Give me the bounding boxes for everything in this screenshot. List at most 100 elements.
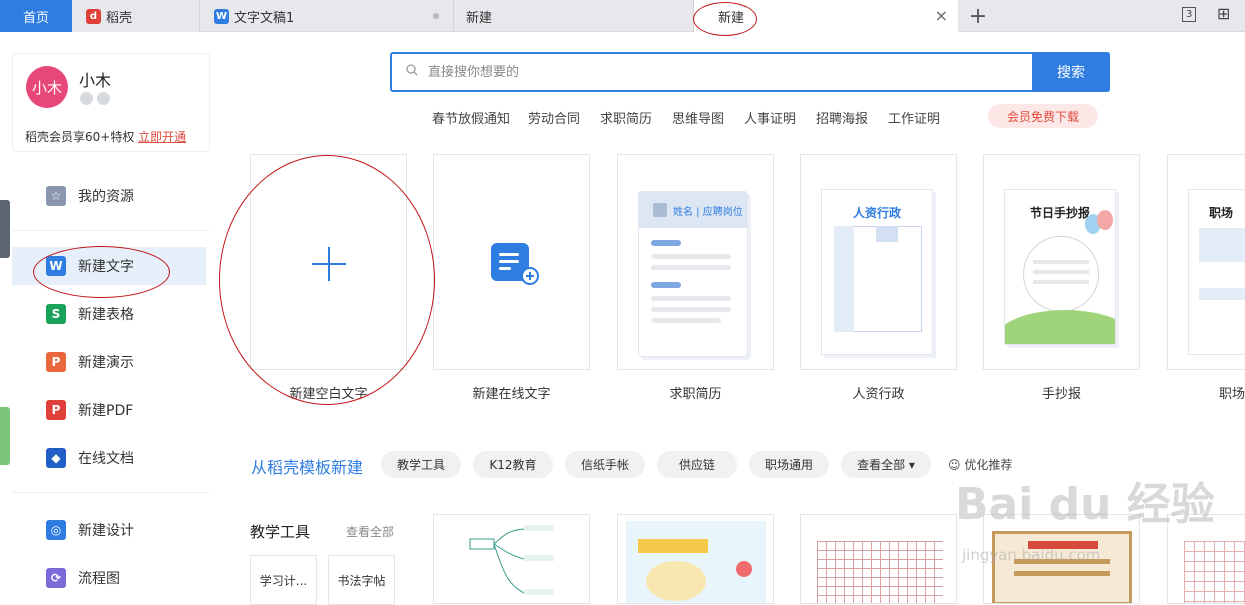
profile-card: 小木 小木 稻壳会员享60+特权 立即开通 [12, 53, 210, 152]
badge-icon [80, 92, 93, 105]
divider [12, 230, 210, 231]
sidebar-item-flowchart[interactable]: ⟳ 流程图 [12, 559, 206, 597]
divider [12, 492, 210, 493]
grid-view-icon[interactable]: ⊞ [1217, 4, 1230, 23]
person-icon [653, 203, 667, 217]
flowchart-icon: ⟳ [46, 568, 66, 588]
vip-open-link[interactable]: 立即开通 [138, 130, 186, 144]
star-icon: ☆ [46, 186, 66, 206]
window-count-button[interactable]: 3 [1182, 6, 1197, 22]
workplace-thumbnail: 职场 [1188, 189, 1245, 355]
search-box: 搜索 [390, 52, 1110, 92]
template-thumbnail-grid-paper[interactable] [800, 514, 957, 604]
category-chip[interactable]: 信纸手帐 [565, 451, 645, 478]
vip-promo: 稻壳会员享60+特权 立即开通 [25, 128, 186, 145]
card-label: 新建在线文字 [472, 387, 551, 402]
user-name: 小木 [79, 71, 112, 90]
spreadsheet-icon: S [46, 304, 66, 324]
search-input[interactable] [428, 61, 1018, 83]
annotation-ellipse [693, 2, 757, 36]
category-chip[interactable]: 职场通用 [749, 451, 829, 478]
template-thumbnail-mindmap[interactable] [433, 514, 590, 604]
watermark-url: jingyan.baidu.com [962, 546, 1101, 564]
sidebar-item-label: 我的资源 [78, 189, 134, 205]
online-doc-icon: ◆ [46, 448, 66, 468]
vip-promo-text: 稻壳会员享60+特权 [25, 130, 135, 144]
hot-tag[interactable]: 求职简历 [600, 108, 652, 127]
hot-tag[interactable]: 工作证明 [888, 108, 940, 127]
tab-docer-label: 稻壳 [106, 10, 133, 26]
resume-header: 姓名 | 应聘岗位 [639, 192, 747, 228]
template-section-title: 从稻壳模板新建 [251, 458, 364, 477]
category-chip[interactable]: 教学工具 [381, 451, 461, 478]
hot-tag[interactable]: 招聘海报 [816, 108, 868, 127]
writer-icon: W [214, 8, 229, 24]
workplace-card[interactable]: 职场 [1167, 154, 1245, 370]
tab-docer[interactable]: d 稻壳 [72, 0, 200, 32]
pdf-icon: P [46, 400, 66, 420]
resume-card[interactable]: 姓名 | 应聘岗位 [617, 154, 774, 370]
workplace-thumbnail-title: 职场 [1209, 206, 1234, 220]
sidebar-item-new-presentation[interactable]: P 新建演示 [12, 343, 206, 381]
badge-icon [97, 92, 110, 105]
online-document-icon [491, 243, 539, 285]
tab-document[interactable]: W 文字文稿1 [200, 0, 454, 32]
avatar[interactable]: 小木 [26, 66, 68, 108]
baidu-jingyan-watermark: Bai du 经验 [955, 479, 1215, 530]
side-widget-strip [0, 407, 10, 465]
resume-thumbnail: 姓名 | 应聘岗位 [638, 191, 748, 357]
search-icon [406, 64, 418, 80]
hot-tag[interactable]: 思维导图 [672, 108, 724, 127]
add-tab-button[interactable]: + [958, 0, 998, 32]
annotation-ellipse [33, 246, 170, 298]
category-chip[interactable]: K12教育 [473, 451, 553, 478]
sidebar-item-label: 新建设计 [78, 523, 134, 539]
sidebar: 小木 小木 稻壳会员享60+特权 立即开通 ☆ 我的资源 W 新建文字 S 新建… [0, 33, 222, 602]
tab-bar: 首页 d 稻壳 W 文字文稿1 新建 新建 × + 3 ⊞ [0, 0, 1245, 32]
hot-tag[interactable]: 春节放假通知 [432, 108, 510, 127]
vip-free-download-button[interactable]: 会员免费下载 [988, 104, 1098, 128]
search-button[interactable]: 搜索 [1032, 52, 1110, 92]
design-icon: ◎ [46, 520, 66, 540]
sidebar-item-label: 新建PDF [78, 403, 134, 419]
presentation-icon: P [46, 352, 66, 372]
sidebar-item-new-pdf[interactable]: P 新建PDF [12, 391, 206, 429]
sidebar-item-label: 新建演示 [78, 355, 134, 371]
sidebar-item-label: 新建表格 [78, 307, 134, 323]
hot-tag[interactable]: 人事证明 [744, 108, 796, 127]
tab-new[interactable]: 新建 [454, 0, 694, 32]
tab-document-label: 文字文稿1 [234, 10, 295, 26]
tab-home[interactable]: 首页 [0, 0, 72, 32]
window-count: 3 [1182, 7, 1197, 22]
hr-admin-card[interactable]: 人资行政 [800, 154, 957, 370]
tool-item[interactable]: 学习计... [250, 555, 317, 605]
view-all-dropdown[interactable]: 查看全部 ▾ [841, 451, 931, 478]
sidebar-item-resources[interactable]: ☆ 我的资源 [12, 177, 206, 215]
side-widget-strip [0, 200, 10, 258]
tool-item[interactable]: 书法字帖 [328, 555, 395, 605]
annotation-ellipse [219, 155, 435, 405]
hr-admin-thumbnail: 人资行政 [821, 189, 933, 355]
close-icon[interactable]: × [935, 6, 948, 25]
resume-header-text: 姓名 | 应聘岗位 [673, 206, 743, 218]
sidebar-item-label: 流程图 [78, 571, 120, 587]
sidebar-item-online-doc[interactable]: ◆ 在线文档 [12, 439, 206, 477]
hot-tag[interactable]: 劳动合同 [528, 108, 580, 127]
docer-icon: d [86, 8, 101, 24]
card-label: 手抄报 [1041, 387, 1081, 402]
sidebar-item-new-design[interactable]: ◎ 新建设计 [12, 511, 206, 549]
member-badges [80, 92, 110, 105]
mindmap-preview [469, 525, 554, 595]
handwritten-newspaper-card[interactable]: 节日手抄报 [983, 154, 1140, 370]
view-all-link[interactable]: 查看全部 [346, 523, 394, 540]
template-thumbnail-poster[interactable] [617, 514, 774, 604]
unsaved-dot-icon [433, 13, 439, 19]
new-online-document-card[interactable] [433, 154, 590, 370]
hr-admin-thumbnail-title: 人资行政 [852, 206, 901, 220]
category-chip[interactable]: 供应链 [657, 451, 737, 478]
sidebar-item-new-spreadsheet[interactable]: S 新建表格 [12, 295, 206, 333]
teaching-tools-heading: 教学工具 [250, 523, 311, 541]
sidebar-item-label: 在线文档 [78, 451, 134, 467]
tab-new-label: 新建 [466, 10, 493, 26]
newspaper-thumbnail: 节日手抄报 [1004, 189, 1116, 345]
